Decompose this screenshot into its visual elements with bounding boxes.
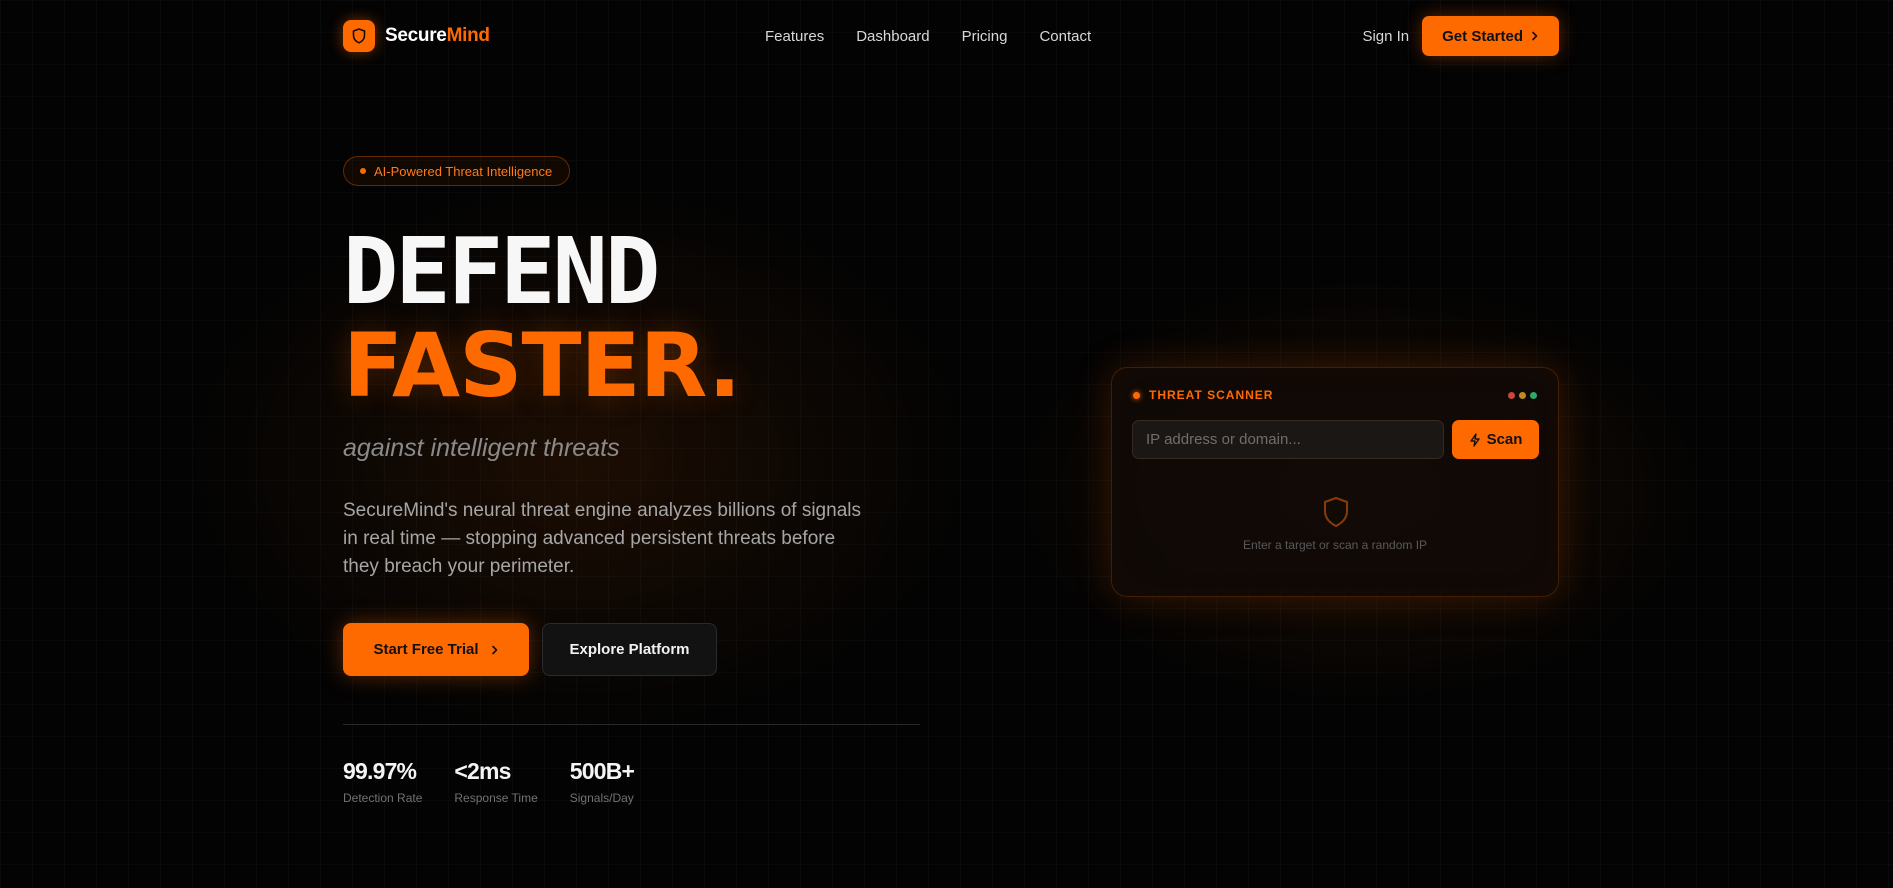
explore-platform-label: Explore Platform [569, 641, 690, 658]
sign-in-link[interactable]: Sign In [1362, 28, 1409, 45]
explore-platform-button[interactable]: Explore Platform [542, 623, 717, 676]
chevron-right-icon [491, 645, 497, 654]
scanner-header: THREAT SCANNER [1133, 388, 1537, 402]
brand-name-part1: Secure [385, 25, 447, 46]
window-lights [1508, 391, 1537, 399]
headline-line2: FASTER. [343, 314, 741, 417]
hero-description: SecureMind's neural threat engine analyz… [343, 500, 861, 577]
get-started-label: Get Started [1442, 27, 1523, 45]
scanner-title-text: THREAT SCANNER [1149, 388, 1274, 402]
stat-label: Detection Rate [343, 791, 423, 805]
stat-label: Signals/Day [569, 791, 634, 805]
brand-name-part2: Mind [446, 25, 490, 46]
nav-links: Features Dashboard Pricing Contact [765, 28, 1091, 45]
stat-detection-rate: 99.97% Detection Rate [343, 758, 422, 805]
scan-button-label: Scan [1486, 431, 1523, 448]
hero-badge: AI-Powered Threat Intelligence [343, 156, 571, 186]
threat-scanner-card: THREAT SCANNER Scan Enter a target or sc… [1111, 367, 1559, 597]
stat-value: <2ms [454, 758, 511, 784]
stats-row: 99.97% Detection Rate <2ms Response Time… [343, 758, 635, 805]
target-input[interactable] [1132, 420, 1444, 459]
top-navigation: SecureMind Features Dashboard Pricing Co… [343, 16, 1559, 56]
nav-link-pricing[interactable]: Pricing [962, 28, 1008, 45]
start-free-trial-button[interactable]: Start Free Trial [343, 623, 529, 676]
window-light-green [1530, 391, 1537, 399]
status-dot-icon [1133, 391, 1140, 399]
nav-link-contact[interactable]: Contact [1039, 28, 1091, 45]
lightning-icon [1469, 432, 1480, 447]
shield-icon [1322, 496, 1350, 533]
badge-dot-icon [360, 168, 366, 174]
window-light-yellow [1519, 391, 1526, 399]
stats-divider [343, 724, 920, 725]
badge-text: AI-Powered Threat Intelligence [374, 163, 553, 179]
hero-tagline: against intelligent threats [343, 434, 620, 462]
stat-value: 99.97% [343, 758, 417, 784]
stat-label: Response Time [454, 791, 538, 805]
cta-row: Start Free Trial Explore Platform [343, 623, 717, 676]
scanner-empty-state: Enter a target or scan a random IP [1242, 538, 1428, 552]
background-grid [0, 0, 1893, 888]
stat-response-time: <2ms Response Time [454, 758, 537, 805]
scan-button[interactable]: Scan [1452, 420, 1539, 459]
nav-link-features[interactable]: Features [765, 28, 824, 45]
window-light-red [1508, 391, 1515, 399]
nav-link-dashboard[interactable]: Dashboard [856, 28, 929, 45]
scanner-title: THREAT SCANNER [1133, 388, 1273, 402]
get-started-button[interactable]: Get Started [1422, 16, 1559, 56]
brand[interactable]: SecureMind [343, 20, 490, 52]
start-free-trial-label: Start Free Trial [373, 641, 479, 658]
stat-signals-per-day: 500B+ Signals/Day [569, 758, 635, 805]
nav-actions: Sign In Get Started [1362, 16, 1559, 56]
headline-line1: DEFEND [343, 218, 660, 325]
stat-value: 500B+ [569, 758, 635, 784]
brand-name: SecureMind [385, 25, 490, 47]
chevron-right-icon [1532, 31, 1538, 41]
shield-icon [343, 20, 375, 52]
